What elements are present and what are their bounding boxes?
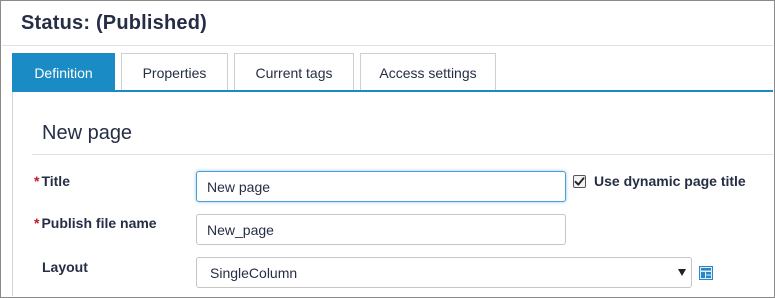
publish-file-name-label-text: Publish file name [41,215,157,231]
tab-properties[interactable]: Properties [121,53,228,91]
header-divider [2,45,773,46]
checkmark-icon [574,176,585,186]
publish-file-name-input[interactable] [196,214,566,245]
content-border [12,92,13,296]
required-marker: * [34,215,40,231]
title-label-text: Title [41,173,70,189]
layout-selected-value: SingleColumn [210,264,298,281]
tab-current-tags[interactable]: Current tags [234,53,354,91]
layout-label: Layout [42,259,88,275]
tab-underline [12,90,773,92]
section-title: New page [42,122,133,144]
layout-select[interactable]: SingleColumn [196,257,692,288]
dynamic-title-checkbox[interactable] [573,174,586,188]
tab-label: Properties [142,64,207,81]
dynamic-title-option[interactable]: Use dynamic page title [573,173,746,189]
page-frame: Status: (Published) Definition Propertie… [0,0,775,298]
page-status-title: Status: (Published) [21,12,208,34]
publish-file-name-label: * Publish file name [34,215,157,231]
section-divider [32,154,773,155]
dropdown-arrow-icon [678,269,686,276]
layout-edit-icon[interactable] [699,266,713,280]
required-marker: * [34,173,40,189]
title-input[interactable] [196,171,566,202]
title-label: * Title [34,173,70,189]
tab-bar: Definition Properties Current tags Acces… [12,53,502,91]
tab-label: Current tags [255,64,333,81]
tab-label: Definition [34,64,93,81]
tab-access-settings[interactable]: Access settings [360,53,496,91]
tab-label: Access settings [379,64,477,81]
tab-definition[interactable]: Definition [12,53,115,91]
dynamic-title-label: Use dynamic page title [594,173,746,189]
